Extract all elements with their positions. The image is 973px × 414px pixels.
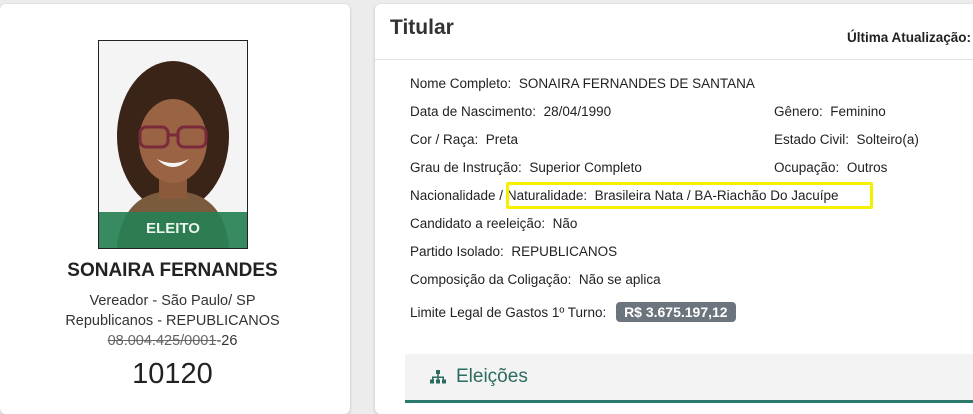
cnpj-struck: 08.004.425/0001	[107, 333, 217, 349]
candidate-number: 10120	[132, 358, 213, 390]
field-value: Solteiro(a)	[856, 132, 919, 147]
card-header: Titular Última Atualização:	[375, 4, 973, 60]
field-value: Outros	[846, 160, 888, 175]
candidate-cnpj: 08.004.425/0001-26	[0, 333, 345, 349]
candidate-photo: ELEITO	[98, 40, 248, 249]
field-partido: Partido Isolado: REPUBLICANOS	[410, 244, 617, 259]
field-label: Grau de Instrução:	[410, 160, 522, 175]
field-value: REPUBLICANOS	[511, 244, 618, 259]
field-label: Cor / Raça:	[410, 132, 479, 147]
last-update-label: Última Atualização:	[847, 30, 972, 45]
field-cor: Cor / Raça: Preta	[410, 132, 518, 147]
elected-status-band: ELEITO	[99, 212, 247, 248]
field-label: Nome Completo:	[410, 76, 512, 91]
field-nome: Nome Completo: SONAIRA FERNANDES DE SANT…	[410, 76, 755, 91]
field-value: Preta	[485, 132, 519, 147]
field-limite-gastos: Limite Legal de Gastos 1º Turno: R$ 3.67…	[410, 302, 736, 322]
field-ocupacao: Ocupação: Outros	[774, 160, 887, 175]
page-title: Titular	[390, 16, 454, 39]
cnpj-suffix: -26	[216, 333, 238, 349]
field-value: Não se aplica	[578, 272, 661, 287]
eleicoes-label: Eleições	[456, 366, 528, 387]
field-value: SONAIRA FERNANDES DE SANTANA	[518, 76, 755, 91]
titular-card: Titular Última Atualização: Nome Complet…	[375, 4, 973, 414]
candidate-name: SONAIRA FERNANDES	[67, 260, 278, 281]
field-label: Partido Isolado:	[410, 244, 504, 259]
field-nascimento: Data de Nascimento: 28/04/1990	[410, 104, 611, 119]
candidate-party: Republicanos - REPUBLICANOS	[65, 313, 280, 329]
field-label: Estado Civil:	[774, 132, 850, 147]
limite-badge: R$ 3.675.197,12	[616, 302, 736, 322]
field-label: Gênero:	[774, 104, 823, 119]
field-label: Limite Legal de Gastos 1º Turno:	[410, 305, 607, 320]
field-coligacao: Composição da Coligação: Não se aplica	[410, 272, 661, 287]
field-value: Não	[552, 216, 578, 231]
eleicoes-section-header[interactable]: Eleições	[405, 354, 973, 403]
field-label: Data de Nascimento:	[410, 104, 537, 119]
field-reeleicao: Candidato a reeleição: Não	[410, 216, 577, 231]
field-value: Superior Completo	[529, 160, 642, 175]
field-label: Composição da Coligação:	[410, 272, 572, 287]
candidate-card: ELEITO SONAIRA FERNANDES Vereador - São …	[0, 4, 350, 414]
field-genero: Gênero: Feminino	[774, 104, 886, 119]
field-value: Feminino	[830, 104, 886, 119]
sitemap-icon	[430, 370, 446, 384]
field-value: 28/04/1990	[543, 104, 612, 119]
field-estado-civil: Estado Civil: Solteiro(a)	[774, 132, 919, 147]
highlight-box	[506, 182, 873, 209]
field-label: Ocupação:	[774, 160, 840, 175]
field-grau: Grau de Instrução: Superior Completo	[410, 160, 642, 175]
candidate-office: Vereador - São Paulo/ SP	[89, 293, 256, 309]
field-label: Candidato a reeleição:	[410, 216, 546, 231]
